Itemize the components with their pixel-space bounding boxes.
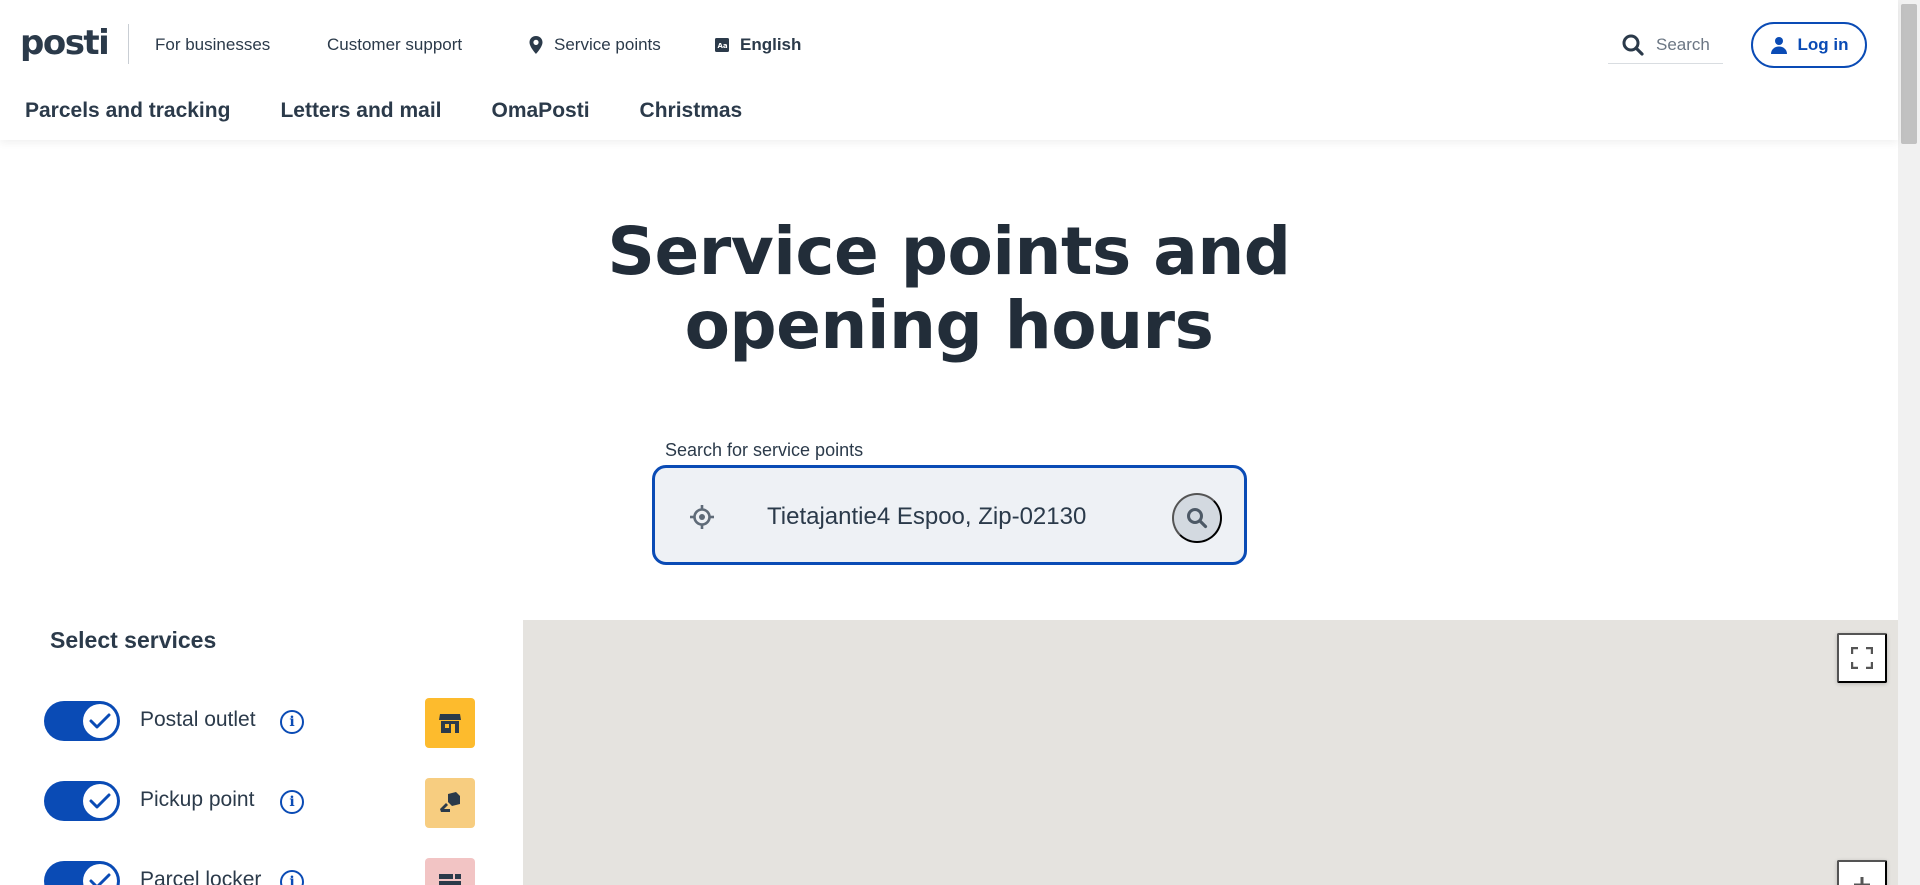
nav-letters-and-mail[interactable]: Letters and mail (280, 99, 441, 123)
search-icon (1187, 508, 1208, 529)
parcel-handover-icon (425, 778, 475, 828)
pickup-point-label: Pickup point (140, 788, 255, 811)
service-points-label: Service points (554, 35, 661, 54)
page-title-line-1: Service points and (607, 213, 1291, 290)
header-search-label: Search (1656, 34, 1710, 54)
checkmark-icon (89, 793, 111, 809)
select-services-heading: Select services (50, 627, 217, 653)
site-header: posti For businesses Customer support Se… (0, 0, 1898, 140)
postal-outlet-toggle[interactable] (44, 701, 120, 741)
parcel-locker-icon (425, 858, 475, 885)
logo-text: posti (20, 23, 110, 63)
page-title: Service points and opening hours (0, 215, 1898, 363)
locate-me-icon[interactable] (689, 504, 715, 535)
search-submit-button[interactable] (1172, 493, 1222, 543)
parcel-locker-label: Parcel locker (140, 868, 262, 885)
customer-support-link[interactable]: Customer support (327, 34, 462, 56)
service-parcel-locker: Parcel locker i (44, 858, 476, 885)
info-icon[interactable]: i (280, 790, 304, 814)
service-pickup-point: Pickup point i (44, 778, 476, 828)
info-icon[interactable]: i (280, 710, 304, 734)
plus-icon (1854, 877, 1870, 885)
location-pin-icon (529, 36, 543, 54)
toggle-knob (83, 704, 117, 738)
language-selector[interactable]: Aa English (714, 34, 801, 56)
toggle-knob (83, 864, 117, 885)
nav-christmas[interactable]: Christmas (640, 99, 743, 123)
checkmark-icon (89, 873, 111, 885)
toggle-knob (83, 784, 117, 818)
nav-omaposti[interactable]: OmaPosti (492, 99, 590, 123)
language-icon: Aa (715, 38, 729, 52)
login-button[interactable]: Log in (1751, 22, 1867, 68)
service-postal-outlet: Postal outlet i (44, 698, 476, 748)
for-businesses-link[interactable]: For businesses (155, 34, 270, 56)
language-label: English (740, 35, 802, 54)
scrollbar-thumb[interactable] (1901, 4, 1917, 144)
page-scrollbar[interactable] (1898, 0, 1920, 885)
service-points-map[interactable] (523, 620, 1898, 885)
posti-logo[interactable]: posti (20, 20, 110, 66)
page-title-line-2: opening hours (684, 287, 1214, 364)
svg-text:Aa: Aa (718, 42, 728, 50)
info-icon[interactable]: i (280, 870, 304, 885)
search-icon (1622, 34, 1644, 56)
logo-divider (128, 24, 129, 64)
parcel-locker-toggle[interactable] (44, 861, 120, 885)
checkmark-icon (89, 713, 111, 729)
service-points-link[interactable]: Service points (528, 34, 661, 56)
nav-parcels-and-tracking[interactable]: Parcels and tracking (25, 99, 230, 123)
map-fullscreen-button[interactable] (1837, 633, 1887, 683)
service-point-search-input[interactable]: Tietajantie4 Espoo, Zip-02130 (767, 503, 1086, 531)
postal-outlet-label: Postal outlet (140, 708, 256, 731)
map-zoom-in-button[interactable] (1837, 860, 1887, 885)
user-icon (1770, 37, 1787, 54)
main-navigation: Parcels and tracking Letters and mail Om… (25, 99, 742, 123)
store-icon (425, 698, 475, 748)
pickup-point-toggle[interactable] (44, 781, 120, 821)
header-search[interactable]: Search (1608, 26, 1723, 64)
login-label: Log in (1797, 35, 1849, 54)
fullscreen-icon (1851, 647, 1873, 669)
service-point-search-label: Search for service points (665, 440, 864, 460)
service-point-search-field[interactable]: Tietajantie4 Espoo, Zip-02130 (652, 465, 1247, 565)
